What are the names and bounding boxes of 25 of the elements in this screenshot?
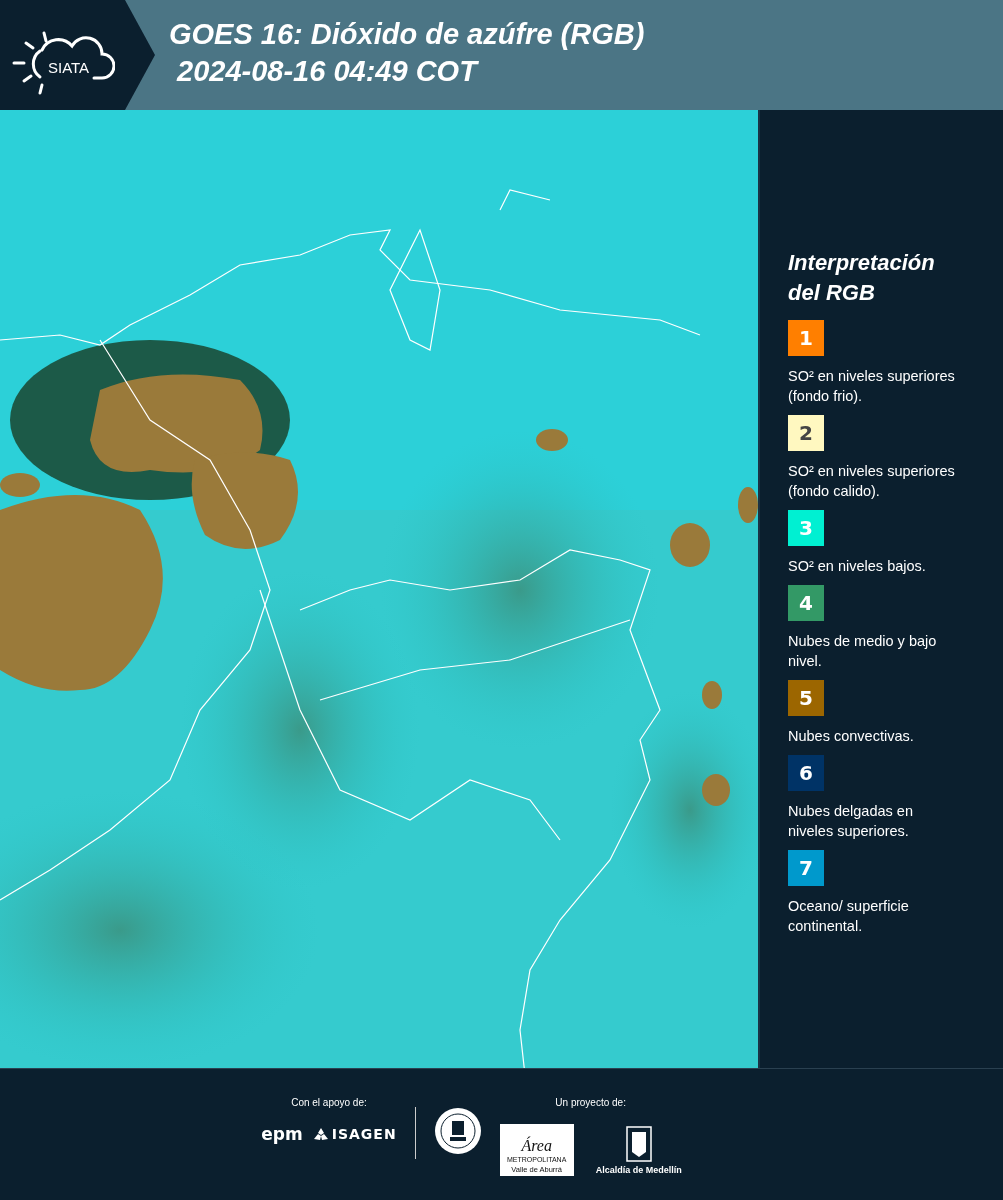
color-swatch: 1 — [788, 320, 824, 356]
color-swatch: 6 — [788, 755, 824, 791]
legend-description: Nubes delgadas en niveles superiores. — [788, 802, 914, 841]
color-swatch: 7 — [788, 850, 824, 886]
legend-title: Interpretación del RGB — [788, 249, 936, 307]
coat-of-arms-icon — [625, 1125, 652, 1162]
legend-description: Nubes convectivas. — [788, 727, 915, 746]
support-label: Con el apoyo de: — [291, 1097, 367, 1108]
project-label: Un proyecto de: — [555, 1097, 626, 1108]
color-swatch: 3 — [788, 510, 824, 546]
color-swatch: 2 — [788, 415, 824, 451]
isagen-logo: ISAGEN — [312, 1126, 397, 1142]
legend-description: SO² en niveles superiores (fondo frio). — [788, 367, 956, 406]
color-swatch: 4 — [788, 585, 824, 621]
logo-wordmark: SIATA — [48, 59, 90, 76]
epm-logo: epm — [261, 1124, 303, 1144]
legend-description: Nubes de medio y bajo nivel. — [788, 632, 938, 671]
legend-description: SO² en niveles bajos. — [788, 557, 927, 576]
timestamp: 2024-08-16 04:49 COT — [175, 54, 480, 89]
alcaldia-logo-text: Alcaldía de Medellín — [595, 1164, 682, 1175]
color-swatch: 5 — [788, 680, 824, 716]
chart-title: GOES 16: Dióxido de azúfre (RGB) — [169, 18, 645, 50]
seal-icon — [433, 1107, 482, 1155]
legend-description: SO² en niveles superiores (fondo calido). — [788, 462, 956, 501]
legend-description: Oceano/ superficie continental. — [788, 897, 910, 936]
